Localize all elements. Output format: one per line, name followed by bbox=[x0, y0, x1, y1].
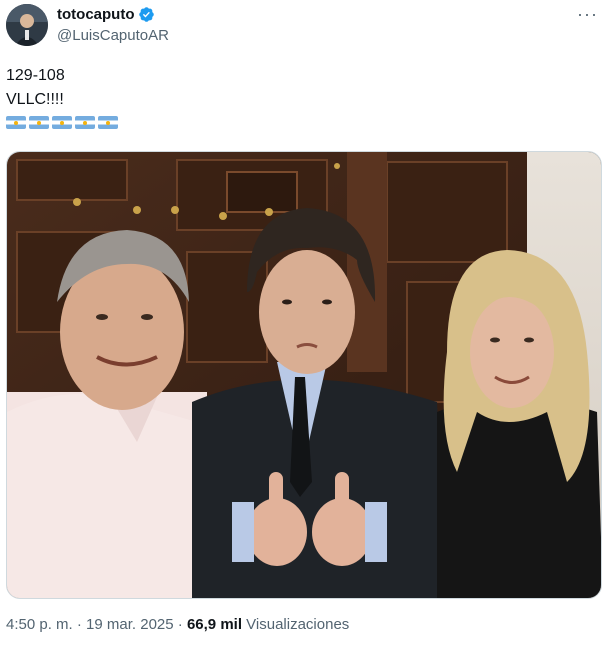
views-count: 66,9 mil bbox=[186, 616, 242, 633]
verified-badge-icon[interactable] bbox=[138, 6, 155, 23]
tweet-line-slogan: VLLC!!!! bbox=[6, 91, 64, 108]
argentina-flag-icon bbox=[6, 116, 26, 129]
views-label: Visualizaciones bbox=[246, 616, 350, 633]
author-name-row: totocaputo bbox=[57, 6, 155, 23]
flag-emoji-row bbox=[6, 116, 118, 129]
argentina-flag-icon bbox=[29, 116, 49, 129]
avatar-image bbox=[6, 4, 48, 46]
tweet-time[interactable]: 4:50 p. m. bbox=[6, 616, 73, 633]
more-options-icon[interactable]: ··· bbox=[577, 4, 598, 25]
photo-image bbox=[7, 152, 601, 598]
avatar[interactable] bbox=[6, 4, 48, 46]
author-handle[interactable]: @LuisCaputoAR bbox=[57, 27, 169, 44]
tweet-meta: 4:50 p. m. · 19 mar. 2025 · 66,9 mil Vis… bbox=[6, 616, 349, 633]
argentina-flag-icon bbox=[98, 116, 118, 129]
meta-separator: · bbox=[173, 616, 187, 633]
tweet-line-score: 129-108 bbox=[6, 67, 65, 84]
tweet-date[interactable]: 19 mar. 2025 bbox=[86, 616, 174, 633]
argentina-flag-icon bbox=[75, 116, 95, 129]
tweet-photo[interactable] bbox=[6, 151, 602, 599]
meta-separator: · bbox=[72, 616, 87, 633]
author-display-name[interactable]: totocaputo bbox=[57, 6, 134, 23]
tweet-text: 129-108 VLLC!!!! bbox=[6, 64, 118, 129]
argentina-flag-icon bbox=[52, 116, 72, 129]
